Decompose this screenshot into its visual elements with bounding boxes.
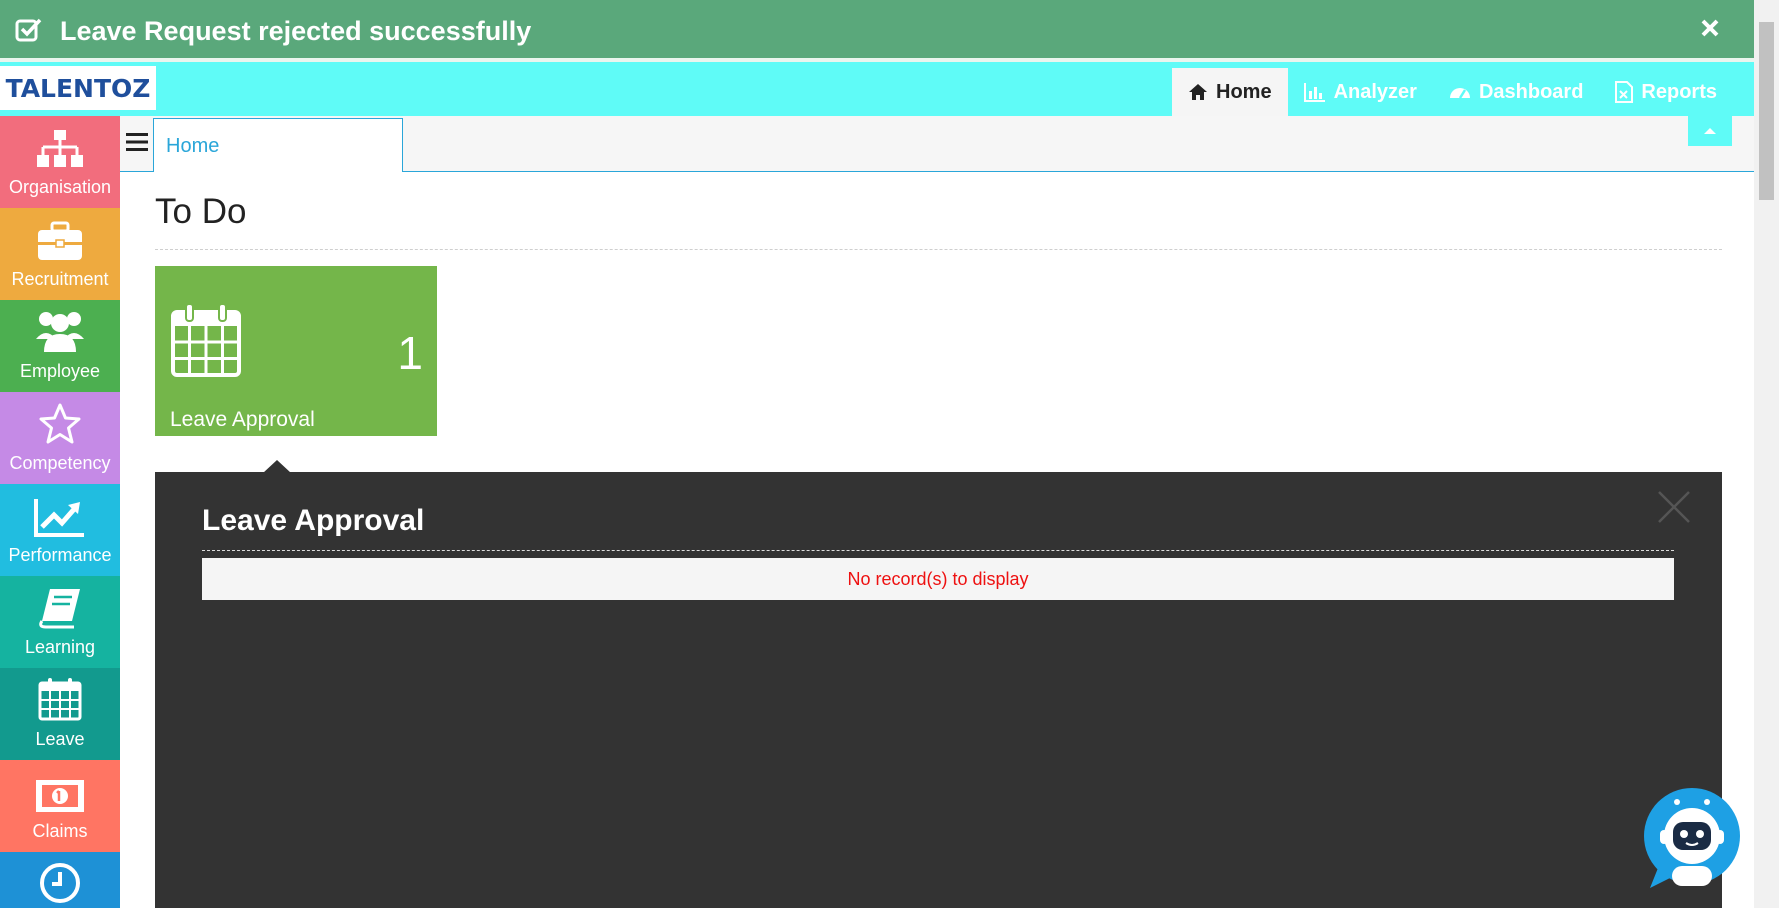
sidebar-item-performance[interactable]: Performance — [0, 484, 120, 576]
nav-analyzer-label: Analyzer — [1333, 80, 1417, 103]
nav-home-label: Home — [1216, 80, 1272, 103]
logo-text: TALENTOZ — [5, 73, 151, 103]
page-title: To Do — [155, 192, 247, 231]
tile-count: 1 — [397, 327, 423, 379]
module-sidebar: Organisation Recruitment Employee Compet… — [0, 116, 120, 908]
sidebar-label: Competency — [9, 453, 111, 473]
report-file-icon — [1615, 81, 1634, 103]
leave-approval-panel: Leave Approval No record(s) to display — [155, 472, 1722, 908]
hamburger-icon[interactable] — [126, 132, 148, 157]
clock-icon — [40, 863, 80, 903]
title-divider — [155, 249, 1722, 250]
page-scrollbar[interactable] — [1754, 0, 1779, 908]
sidebar-label: Leave — [35, 729, 85, 749]
close-icon[interactable] — [1700, 18, 1720, 43]
sidebar-label: Recruitment — [11, 269, 109, 289]
check-square-icon — [14, 16, 42, 49]
panel-divider — [202, 550, 1674, 551]
todo-tile-leave-approval[interactable]: 1 Leave Approval — [155, 266, 437, 436]
chevron-up-icon — [1704, 128, 1716, 134]
sidebar-item-learning[interactable]: Learning — [0, 576, 120, 668]
chatbot-robot-icon[interactable] — [1640, 786, 1742, 895]
sidebar-label: Employee — [19, 361, 101, 381]
nav-dashboard-label: Dashboard — [1478, 80, 1584, 103]
toast-message: Leave Request rejected successfully — [60, 16, 532, 46]
panel-title: Leave Approval — [202, 504, 425, 537]
users-icon — [36, 312, 84, 352]
nav-reports[interactable]: Reports — [1599, 68, 1733, 116]
sidebar-label: Claims — [32, 821, 88, 841]
calendar-icon — [38, 678, 82, 721]
top-header: TALENTOZ Home Analyzer Dashboard Reports — [0, 62, 1754, 116]
sidebar-item-competency[interactable]: Competency — [0, 392, 120, 484]
sidebar-label: Performance — [8, 545, 112, 565]
sidebar-item-time[interactable] — [0, 852, 120, 908]
close-icon[interactable] — [1657, 490, 1691, 529]
collapse-header-button[interactable] — [1688, 116, 1732, 146]
sidebar-item-leave[interactable]: Leave — [0, 668, 120, 760]
nav-home[interactable]: Home — [1172, 68, 1288, 116]
breadcrumb-bar: Home — [120, 116, 1754, 172]
sidebar-item-claims[interactable]: Claims — [0, 760, 120, 852]
sidebar-item-recruitment[interactable]: Recruitment — [0, 208, 120, 300]
tab-home[interactable]: Home — [153, 118, 403, 172]
empty-records-message: No record(s) to display — [202, 558, 1674, 600]
talentoz-logo[interactable]: TALENTOZ — [0, 66, 156, 110]
success-toast: Leave Request rejected successfully — [0, 0, 1779, 62]
money-icon — [36, 780, 84, 812]
dashboard-icon — [1449, 88, 1470, 99]
book-icon — [39, 589, 80, 629]
briefcase-icon — [38, 221, 82, 260]
sidebar-item-organisation[interactable]: Organisation — [0, 116, 120, 208]
sidebar-item-employee[interactable]: Employee — [0, 300, 120, 392]
trend-chart-icon — [34, 499, 84, 537]
sidebar-label: Learning — [24, 637, 96, 657]
star-icon — [39, 403, 81, 444]
org-chart-icon — [37, 130, 83, 167]
calendar-icon — [170, 302, 242, 383]
nav-dashboard[interactable]: Dashboard — [1433, 68, 1599, 116]
top-nav: Home Analyzer Dashboard Reports — [1172, 68, 1733, 116]
nav-reports-label: Reports — [1641, 80, 1717, 103]
scrollbar-thumb[interactable] — [1759, 22, 1774, 200]
sidebar-label: Organisation — [8, 177, 112, 197]
home-icon — [1189, 84, 1207, 100]
nav-analyzer[interactable]: Analyzer — [1288, 68, 1433, 116]
tile-label: Leave Approval — [170, 408, 315, 431]
bar-chart-icon — [1303, 83, 1325, 102]
